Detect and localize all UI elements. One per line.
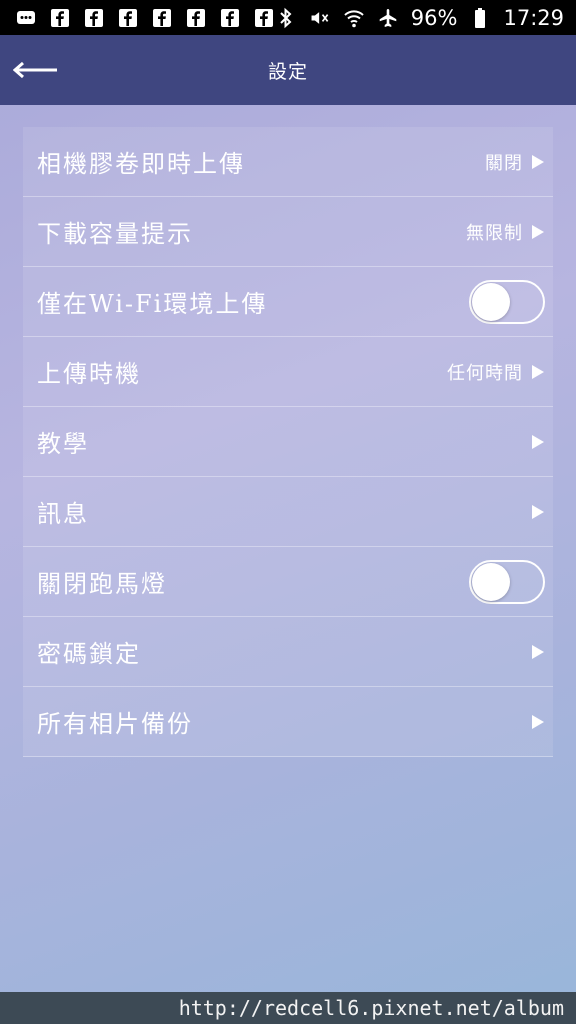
footer-url: http://redcell6.pixnet.net/album xyxy=(178,996,564,1020)
setting-download-capacity[interactable]: 下載容量提示 無限制 xyxy=(23,197,553,267)
setting-disable-marquee: 關閉跑馬燈 xyxy=(23,547,553,617)
chevron-right-icon xyxy=(531,714,545,730)
chevron-right-icon xyxy=(531,224,545,240)
setting-messages[interactable]: 訊息 xyxy=(23,477,553,547)
toggle-knob xyxy=(472,282,510,321)
airplane-icon xyxy=(377,7,399,29)
setting-upload-timing[interactable]: 上傳時機 任何時間 xyxy=(23,337,553,407)
chevron-right-icon xyxy=(531,434,545,450)
setting-label: 教學 xyxy=(37,430,89,458)
facebook-icon xyxy=(84,8,104,28)
facebook-icon xyxy=(118,8,138,28)
clock: 17:29 xyxy=(503,5,564,30)
facebook-icon xyxy=(50,8,70,28)
setting-label: 訊息 xyxy=(37,500,89,528)
facebook-icon xyxy=(186,8,206,28)
page-title: 設定 xyxy=(267,60,308,83)
setting-passcode-lock[interactable]: 密碼鎖定 xyxy=(23,617,553,687)
setting-wifi-only-upload: 僅在Wi-Fi環境上傳 xyxy=(23,267,553,337)
app-bar: 設定 xyxy=(0,35,576,105)
setting-label: 關閉跑馬燈 xyxy=(37,570,167,598)
system-status: 96% 17:29 xyxy=(275,6,564,30)
chevron-right-icon xyxy=(531,154,545,170)
setting-value: 關閉 xyxy=(485,152,523,174)
back-button[interactable] xyxy=(12,53,60,87)
wifi-icon xyxy=(343,7,365,29)
chevron-right-icon xyxy=(531,644,545,660)
bluetooth-icon xyxy=(275,7,297,29)
setting-camera-roll-upload[interactable]: 相機膠卷即時上傳 關閉 xyxy=(23,127,553,197)
setting-label: 密碼鎖定 xyxy=(37,640,141,668)
setting-label: 所有相片備份 xyxy=(37,710,193,738)
battery-percent: 96% xyxy=(410,5,458,30)
setting-tutorial[interactable]: 教學 xyxy=(23,407,553,477)
facebook-icon xyxy=(220,8,240,28)
settings-list: 相機膠卷即時上傳 關閉 下載容量提示 無限制 僅在Wi-Fi環境上傳 上傳時機 … xyxy=(23,127,553,757)
setting-value: 任何時間 xyxy=(447,362,523,384)
chevron-right-icon xyxy=(531,504,545,520)
setting-label: 上傳時機 xyxy=(37,360,141,388)
chat-icon xyxy=(16,8,36,28)
mute-icon xyxy=(309,7,331,29)
facebook-icon xyxy=(254,8,274,28)
notification-area xyxy=(16,8,274,28)
setting-value: 無限制 xyxy=(466,222,523,244)
setting-label: 下載容量提示 xyxy=(37,220,193,248)
setting-backup-all-photos[interactable]: 所有相片備份 xyxy=(23,687,553,757)
footer-watermark: http://redcell6.pixnet.net/album xyxy=(0,992,576,1024)
marquee-toggle[interactable] xyxy=(469,559,545,604)
toggle-knob xyxy=(472,562,510,601)
setting-label: 僅在Wi-Fi環境上傳 xyxy=(37,290,268,318)
battery-icon xyxy=(469,7,491,29)
back-arrow-icon xyxy=(13,61,57,79)
status-bar: 96% 17:29 xyxy=(0,0,576,35)
setting-label: 相機膠卷即時上傳 xyxy=(37,150,245,178)
wifi-only-toggle[interactable] xyxy=(469,279,545,324)
chevron-right-icon xyxy=(531,364,545,380)
facebook-icon xyxy=(152,8,172,28)
